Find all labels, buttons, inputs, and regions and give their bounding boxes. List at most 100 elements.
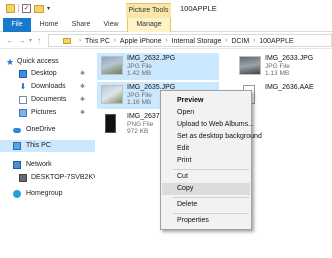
menu-item-properties[interactable]: Properties <box>162 215 250 227</box>
file-size: 1.16 MB <box>127 99 152 106</box>
menu-item-set-desktop-background[interactable]: Set as desktop background <box>162 131 262 143</box>
image-thumbnail <box>105 114 116 133</box>
file-name: IMG_2636.AAE <box>265 84 314 91</box>
breadcrumb-separator-icon[interactable]: › <box>225 36 227 47</box>
address-row: ← → ▾ ↑ › This PC › Apple iPhone › Inter… <box>0 32 332 49</box>
sidebar-item-desktop-device[interactable]: DESKTOP-7SVB2KV <box>0 172 98 184</box>
folder-icon <box>63 38 71 44</box>
star-icon: ★ <box>6 57 15 67</box>
sidebar-item-label: OneDrive <box>26 126 56 133</box>
sidebar-item-desktop[interactable]: Desktop ✱ <box>0 68 95 80</box>
new-folder-icon[interactable] <box>34 4 44 13</box>
breadcrumb-100apple[interactable]: 100APPLE <box>259 36 293 47</box>
tab-share[interactable]: Share <box>66 18 96 32</box>
image-thumbnail <box>239 56 261 75</box>
file-name: IMG_2633.JPG <box>265 55 314 62</box>
menu-divider <box>173 169 249 170</box>
file-tile[interactable]: IMG_2633.JPG JPG File 1.13 MB <box>235 53 332 80</box>
sidebar-item-label: Quick access <box>17 58 59 65</box>
menu-item-open[interactable]: Open <box>162 107 250 119</box>
ribbon-tabs: File Home Share View Manage <box>0 18 332 32</box>
sidebar-item-quick-access[interactable]: ★ Quick access <box>0 56 95 68</box>
breadcrumb-apple-iphone[interactable]: Apple iPhone <box>120 36 162 47</box>
file-name: IMG_2632.JPG <box>127 55 176 62</box>
homegroup-icon <box>13 190 21 198</box>
title-bar: ✓ ▾ Picture Tools 100APPLE <box>0 0 332 18</box>
quick-access-toolbar: ✓ ▾ <box>6 4 50 13</box>
sidebar-item-label: Documents <box>31 96 67 103</box>
network-icon <box>13 161 21 169</box>
monitor-icon <box>19 174 27 182</box>
sidebar-item-network[interactable]: Network <box>0 159 95 171</box>
file-tile[interactable]: IMG_2632.JPG JPG File 1.42 MB <box>97 53 219 80</box>
document-icon <box>19 96 27 104</box>
breadcrumb-separator-icon[interactable]: › <box>253 36 255 47</box>
file-type: JPG File <box>127 92 152 99</box>
file-type: JPG File <box>127 63 152 70</box>
sidebar-item-homegroup[interactable]: Homegroup <box>0 188 95 200</box>
navigation-pane: ★ Quick access Desktop ✱ ⬇ Downloads ✱ D… <box>0 49 98 258</box>
forward-arrow-icon[interactable]: → <box>18 36 26 45</box>
sidebar-item-label: DESKTOP-7SVB2KV <box>31 174 98 181</box>
cloud-icon <box>13 128 21 133</box>
file-size: 1.42 MB <box>127 70 152 77</box>
desktop-icon <box>19 70 27 78</box>
breadcrumb-separator-icon: › <box>79 38 81 44</box>
file-type: JPG File <box>265 63 290 70</box>
pin-icon: ✱ <box>80 84 86 90</box>
tab-manage[interactable]: Manage <box>127 18 171 32</box>
file-size: 1.13 MB <box>265 70 290 77</box>
window-title: 100APPLE <box>180 4 217 13</box>
breadcrumb-this-pc[interactable]: This PC <box>85 36 110 47</box>
sidebar-item-label: Homegroup <box>26 190 63 197</box>
tab-file[interactable]: File <box>3 18 31 32</box>
file-name: IMG_2637 <box>127 113 160 120</box>
sidebar-item-downloads[interactable]: ⬇ Downloads ✱ <box>0 81 95 93</box>
pin-icon: ✱ <box>80 97 86 103</box>
sidebar-item-onedrive[interactable]: OneDrive <box>0 124 95 136</box>
recent-locations-chevron-icon[interactable]: ▾ <box>29 37 32 44</box>
menu-item-copy[interactable]: Copy <box>162 183 250 195</box>
image-thumbnail <box>101 85 123 104</box>
context-menu: Preview Open Upload to Web Albums... Set… <box>160 90 262 230</box>
file-type: PNG File <box>127 121 154 128</box>
sidebar-item-label: Downloads <box>31 83 66 90</box>
pictures-icon <box>19 109 27 117</box>
breadcrumb-dcim[interactable]: DCIM <box>231 36 249 47</box>
tab-view[interactable]: View <box>97 18 125 32</box>
sidebar-item-documents[interactable]: Documents ✱ <box>0 94 95 106</box>
menu-divider <box>173 197 249 198</box>
up-arrow-icon[interactable]: ↑ <box>37 36 41 45</box>
tab-home[interactable]: Home <box>34 18 64 32</box>
sidebar-item-this-pc[interactable]: This PC <box>0 140 95 152</box>
sidebar-item-label: Desktop <box>31 70 57 77</box>
breadcrumb-internal-storage[interactable]: Internal Storage <box>172 36 222 47</box>
breadcrumb-separator-icon[interactable]: › <box>166 36 168 47</box>
menu-item-cut[interactable]: Cut <box>162 171 250 183</box>
sidebar-item-label: Pictures <box>31 109 57 116</box>
breadcrumb: › This PC › Apple iPhone › Internal Stor… <box>75 36 294 47</box>
menu-item-upload-web-albums[interactable]: Upload to Web Albums... <box>162 119 254 131</box>
back-arrow-icon[interactable]: ← <box>6 36 14 45</box>
download-icon: ⬇ <box>19 82 27 91</box>
menu-divider <box>173 213 249 214</box>
properties-icon[interactable]: ✓ <box>22 4 31 13</box>
picture-tools-header: Picture Tools <box>126 3 171 18</box>
breadcrumb-separator-icon[interactable]: › <box>114 36 116 47</box>
menu-item-edit[interactable]: Edit <box>162 143 250 155</box>
pin-icon: ✱ <box>80 110 86 116</box>
sidebar-item-label: This PC <box>26 142 51 149</box>
sidebar-item-label: Network <box>26 161 52 168</box>
menu-item-preview[interactable]: Preview <box>162 95 250 107</box>
toolbar-divider <box>18 4 19 13</box>
chevron-down-icon[interactable]: ▾ <box>47 5 50 12</box>
file-size: 972 KB <box>127 128 149 135</box>
computer-icon <box>13 142 21 150</box>
address-bar[interactable]: › This PC › Apple iPhone › Internal Stor… <box>48 34 332 47</box>
sidebar-item-pictures[interactable]: Pictures ✱ <box>0 107 95 119</box>
folder-icon <box>6 4 15 13</box>
pin-icon: ✱ <box>80 71 86 77</box>
image-thumbnail <box>101 56 123 75</box>
menu-item-delete[interactable]: Delete <box>162 199 250 211</box>
menu-item-print[interactable]: Print <box>162 155 250 167</box>
